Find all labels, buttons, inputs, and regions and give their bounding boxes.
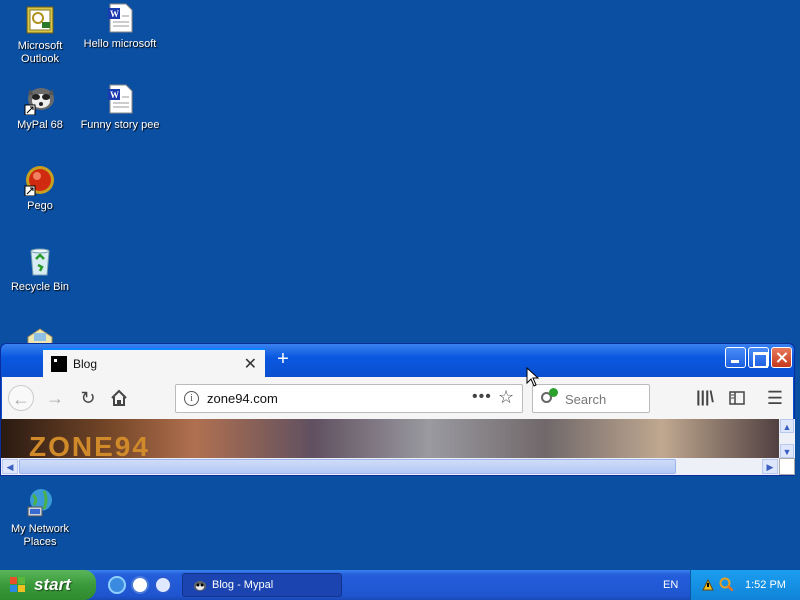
internet-explorer-icon[interactable] bbox=[108, 576, 126, 594]
scroll-up-icon[interactable]: ▲ bbox=[780, 419, 794, 433]
close-tab-icon[interactable]: ✕ bbox=[244, 354, 257, 374]
outlook-icon bbox=[24, 4, 56, 36]
desktop-icon-hello-microsoft[interactable]: W Hello microsoft bbox=[80, 2, 160, 51]
vertical-scrollbar[interactable]: ▲ ▼ bbox=[779, 419, 795, 458]
home-button[interactable] bbox=[106, 385, 132, 411]
site-info-icon[interactable]: i bbox=[184, 391, 199, 406]
svg-text:W: W bbox=[110, 9, 119, 19]
forward-button[interactable]: → bbox=[42, 385, 68, 411]
taskbar-button-blog[interactable]: Blog - Mypal bbox=[182, 573, 342, 597]
word-document-icon: W bbox=[104, 2, 136, 34]
mypal-icon bbox=[24, 83, 56, 116]
browser-window: Blog ✕ + ← → ↻ i zone94.com ••• ☆ Search… bbox=[0, 343, 795, 476]
svg-text:W: W bbox=[110, 90, 119, 100]
language-indicator[interactable]: EN bbox=[663, 579, 678, 591]
desktop-icon-label: Recycle Bin bbox=[10, 281, 70, 293]
system-tray: 1:52 PM bbox=[690, 570, 800, 600]
back-button[interactable]: ← bbox=[8, 385, 34, 411]
folder-icon bbox=[24, 325, 56, 343]
pego-icon bbox=[24, 164, 56, 197]
desktop-icon-mypal[interactable]: MyPal 68 bbox=[0, 83, 80, 132]
page-actions-icon[interactable]: ••• bbox=[472, 388, 492, 406]
navigation-toolbar: ← → ↻ i zone94.com ••• ☆ Search |||\ ☰ bbox=[1, 377, 794, 419]
tab-blog[interactable]: Blog ✕ bbox=[43, 348, 265, 378]
taskbar-button-label: Blog - Mypal bbox=[212, 579, 274, 591]
minimize-button[interactable] bbox=[725, 347, 746, 368]
desktop-icon-label: Pego bbox=[27, 200, 53, 212]
reload-button[interactable]: ↻ bbox=[75, 385, 101, 411]
search-icon[interactable] bbox=[719, 577, 733, 591]
search-box[interactable]: Search bbox=[532, 384, 650, 413]
menu-icon[interactable]: ☰ bbox=[763, 385, 787, 411]
media-player-icon[interactable] bbox=[154, 576, 172, 594]
new-tab-button[interactable]: + bbox=[273, 348, 293, 372]
word-document-icon: W bbox=[104, 83, 136, 115]
network-places-icon bbox=[24, 487, 56, 519]
scrollbar-corner bbox=[779, 458, 795, 475]
mypal-quicklaunch-icon[interactable] bbox=[131, 576, 149, 594]
network-status-icon[interactable] bbox=[701, 578, 715, 592]
home-icon bbox=[111, 389, 127, 406]
mypal-icon bbox=[194, 581, 206, 591]
desktop-icon-label: MyPal 68 bbox=[17, 119, 63, 131]
desktop-icon-label: Hello microsoft bbox=[83, 38, 157, 50]
tab-title: Blog bbox=[73, 357, 98, 371]
site-favicon-icon bbox=[51, 356, 67, 372]
desktop-icon-my-network-places[interactable]: My Network Places bbox=[0, 487, 80, 549]
scroll-thumb[interactable] bbox=[19, 459, 676, 474]
page-content[interactable]: ZONE94 bbox=[1, 419, 779, 458]
close-window-button[interactable] bbox=[771, 347, 792, 368]
address-bar[interactable]: i zone94.com ••• ☆ bbox=[175, 384, 523, 413]
library-icon[interactable]: |||\ bbox=[693, 385, 717, 411]
clock[interactable]: 1:52 PM bbox=[745, 579, 786, 591]
url-text[interactable]: zone94.com bbox=[207, 391, 278, 406]
desktop-icon-outlook[interactable]: Microsoft Outlook bbox=[0, 4, 80, 66]
desktop-icon-recycle-bin[interactable]: Recycle Bin bbox=[0, 245, 80, 294]
desktop-icon-funny-story[interactable]: W Funny story pee bbox=[80, 83, 160, 132]
search-engine-icon[interactable] bbox=[541, 388, 558, 406]
maximize-button[interactable] bbox=[748, 347, 769, 368]
title-bar[interactable]: Blog ✕ + bbox=[1, 344, 794, 378]
desktop-icon-pego[interactable]: Pego bbox=[0, 164, 80, 213]
start-button[interactable]: start bbox=[0, 570, 96, 600]
desktop-icon-label: My Network Places bbox=[10, 523, 70, 548]
sidebar-icon[interactable] bbox=[725, 385, 749, 411]
mouse-cursor-icon bbox=[526, 367, 540, 387]
scroll-right-icon[interactable]: ▶ bbox=[762, 459, 778, 474]
desktop-icon-label: Funny story pee bbox=[80, 119, 160, 131]
horizontal-scrollbar[interactable]: ◀ ▶ bbox=[1, 458, 779, 475]
site-banner-logo: ZONE94 bbox=[29, 431, 150, 458]
desktop-icon-label: Microsoft Outlook bbox=[17, 40, 63, 65]
recycle-bin-icon bbox=[24, 245, 56, 277]
bookmark-star-icon[interactable]: ☆ bbox=[498, 387, 514, 408]
taskbar: start Blog - Mypal EN 1:52 PM bbox=[0, 570, 800, 600]
search-placeholder: Search bbox=[565, 392, 607, 407]
start-label: start bbox=[34, 575, 71, 594]
scroll-down-icon[interactable]: ▼ bbox=[780, 444, 794, 458]
scroll-left-icon[interactable]: ◀ bbox=[2, 459, 18, 474]
windows-logo-icon bbox=[10, 577, 26, 593]
